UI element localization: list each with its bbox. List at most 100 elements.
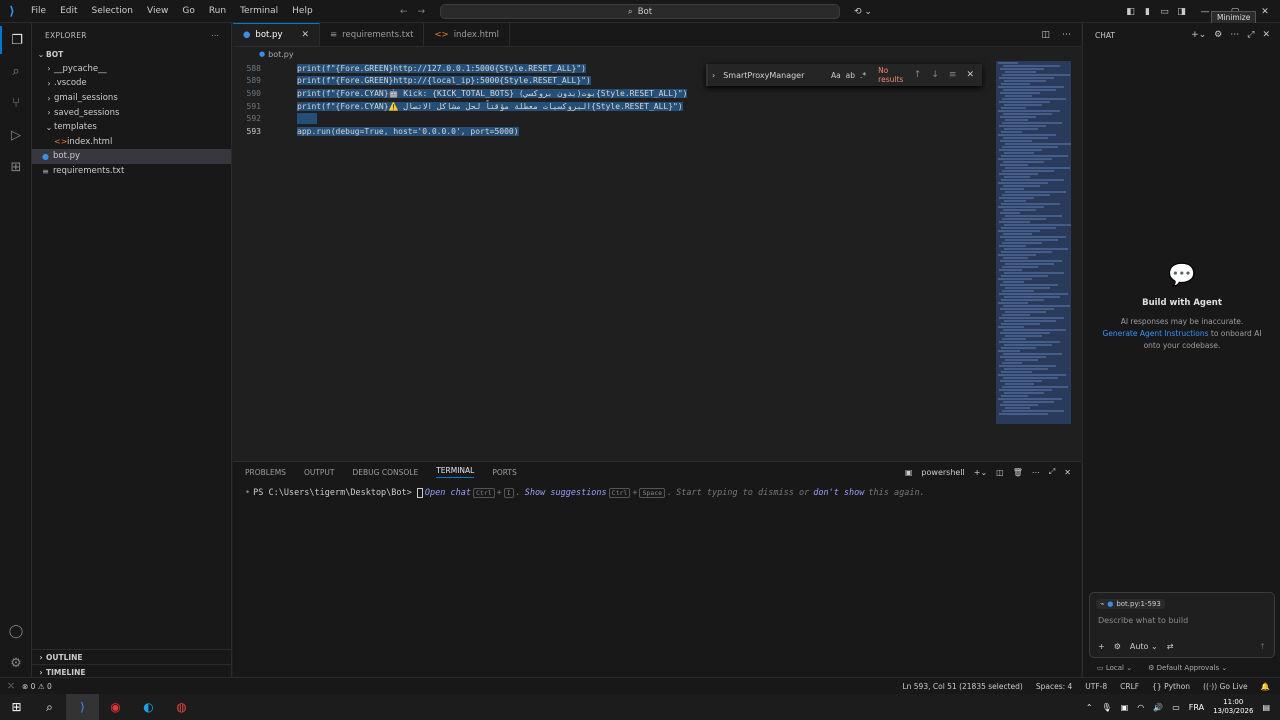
source-control-icon[interactable]: ⑂: [0, 89, 32, 117]
problems-status[interactable]: ⊗ 0 ⚠ 0: [22, 682, 52, 691]
outline-section[interactable]: › OUTLINE: [32, 649, 232, 664]
split-terminal-icon[interactable]: ◫: [996, 468, 1004, 477]
maximize-panel-icon[interactable]: ⤢: [1049, 467, 1055, 477]
menu-file[interactable]: File: [24, 0, 53, 23]
local-picker[interactable]: ▭ Local ⌄: [1097, 664, 1132, 672]
toggle-panel-icon[interactable]: ▭: [1156, 7, 1173, 17]
vscode-taskbar-icon[interactable]: ⟩: [66, 694, 99, 720]
more-actions-icon[interactable]: ⋯: [211, 31, 219, 40]
cursor-position[interactable]: Ln 593, Col 51 (21835 selected): [902, 682, 1022, 691]
close-icon[interactable]: ✕: [1262, 30, 1270, 40]
hint-open-chat[interactable]: Open chat: [425, 488, 471, 498]
maximize-icon[interactable]: ⤢: [1247, 30, 1254, 40]
tray-chevron-icon[interactable]: ⌃: [1086, 703, 1093, 712]
encoding[interactable]: UTF-8: [1085, 682, 1107, 691]
indentation[interactable]: Spaces: 4: [1036, 682, 1072, 691]
menu-run[interactable]: Run: [202, 0, 233, 23]
next-match-icon[interactable]: ↓: [931, 70, 939, 80]
hint-show-suggestions[interactable]: Show suggestions: [525, 488, 607, 498]
tree-item-index-html[interactable]: <> index.html: [32, 135, 231, 150]
notifications-icon[interactable]: 🔔: [1261, 682, 1270, 691]
shell-name[interactable]: powershell: [921, 468, 964, 477]
windows-start-icon[interactable]: ⊞: [0, 694, 33, 720]
tree-item-gmail-sessions[interactable]: › gmail_sessions: [32, 91, 231, 106]
match-whole-word-toggle[interactable]: ab: [846, 71, 855, 80]
tree-item-vscode[interactable]: › .vscode: [32, 76, 231, 91]
settings-gear-icon[interactable]: ⚙: [1214, 30, 1222, 40]
tree-root-bot[interactable]: ⌄ BOT: [32, 47, 231, 62]
tab-output[interactable]: OUTPUT: [304, 468, 335, 477]
find-in-selection-icon[interactable]: ≡: [949, 70, 957, 80]
add-context-icon[interactable]: +: [1098, 642, 1105, 651]
context-attachment[interactable]: ⌁ ● bot.py:1-593: [1096, 599, 1165, 609]
account-icon[interactable]: ◯: [0, 617, 32, 645]
toggle-replace-icon[interactable]: ›: [712, 71, 715, 80]
extensions-icon[interactable]: ⊞: [0, 153, 32, 181]
volume-icon[interactable]: 🔊: [1153, 703, 1163, 712]
mode-picker[interactable]: Auto ⌄: [1130, 642, 1158, 651]
tab-problems[interactable]: PROBLEMS: [245, 468, 286, 477]
use-regex-toggle[interactable]: .*: [860, 71, 866, 80]
taskbar-search-icon[interactable]: ⌕: [33, 694, 66, 720]
go-live[interactable]: ((·)) Go Live: [1203, 682, 1248, 691]
microphone-icon[interactable]: 🎙: [1102, 703, 1112, 712]
settings-gear-icon[interactable]: ⚙: [0, 649, 32, 677]
menu-go[interactable]: Go: [175, 0, 201, 23]
split-editor-icon[interactable]: ◫: [1041, 30, 1050, 40]
more-actions-icon[interactable]: ⋯: [1230, 30, 1239, 40]
command-center-search[interactable]: ⌕ Bot: [440, 4, 840, 19]
tab-debug-console[interactable]: DEBUG CONSOLE: [353, 468, 419, 477]
kill-terminal-icon[interactable]: 🗑: [1013, 468, 1023, 477]
menu-terminal[interactable]: Terminal: [233, 0, 285, 23]
tab-requirements-txt[interactable]: ≡ requirements.txt: [320, 23, 425, 46]
tree-item-templates[interactable]: ⌄ templates: [32, 120, 231, 135]
send-icon[interactable]: ↑: [1259, 642, 1266, 651]
more-actions-icon[interactable]: ⋯: [1062, 30, 1071, 40]
tab-terminal[interactable]: TERMINAL: [436, 466, 475, 478]
approvals-picker[interactable]: ⚙ Default Approvals ⌄: [1148, 664, 1227, 672]
breadcrumb-file[interactable]: bot.py: [268, 50, 293, 59]
tab-ports[interactable]: PORTS: [492, 468, 516, 477]
menu-help[interactable]: Help: [285, 0, 320, 23]
tab-index-html[interactable]: <> index.html: [424, 23, 511, 46]
app-taskbar-icon[interactable]: ◉: [99, 694, 132, 720]
find-input[interactable]: SmartProxyManager: [719, 67, 831, 83]
search-activity-icon[interactable]: ⌕: [0, 57, 32, 85]
configure-icon[interactable]: ⇄: [1167, 642, 1174, 651]
minimap[interactable]: [996, 61, 1071, 424]
more-actions-icon[interactable]: ⋯: [1032, 468, 1040, 477]
back-arrow-icon[interactable]: ←: [400, 7, 408, 17]
new-chat-icon[interactable]: +⌄: [1191, 30, 1206, 40]
hint-dont-show[interactable]: don't show: [813, 488, 864, 498]
menu-edit[interactable]: Edit: [53, 0, 84, 23]
toggle-primary-sidebar-icon[interactable]: ◧: [1122, 7, 1139, 17]
camera-icon[interactable]: ▣: [1121, 703, 1129, 712]
forward-arrow-icon[interactable]: →: [418, 7, 426, 17]
battery-icon[interactable]: ▭: [1172, 703, 1180, 712]
explorer-icon[interactable]: ❐: [0, 26, 32, 54]
language-mode[interactable]: {} Python: [1152, 682, 1190, 691]
remote-icon[interactable]: ⤫: [8, 681, 14, 691]
network-icon[interactable]: ◠: [1137, 703, 1144, 712]
tree-item-saved-sessions[interactable]: › saved_sessions: [32, 105, 231, 120]
chrome-taskbar-icon[interactable]: ◍: [165, 694, 198, 720]
chat-input[interactable]: Describe what to build: [1098, 616, 1274, 625]
generate-instructions-link[interactable]: Generate Agent Instructions: [1102, 329, 1208, 338]
close-find-icon[interactable]: ✕: [966, 70, 974, 80]
close-panel-icon[interactable]: ✕: [1064, 468, 1071, 477]
run-debug-icon[interactable]: ▷: [0, 121, 32, 149]
menu-selection[interactable]: Selection: [85, 0, 140, 23]
new-terminal-icon[interactable]: +⌄: [974, 468, 987, 477]
toggle-secondary-sidebar-icon[interactable]: ◨: [1173, 7, 1190, 17]
previous-match-icon[interactable]: ↑: [914, 70, 922, 80]
match-case-toggle[interactable]: Aa: [831, 71, 841, 80]
tools-icon[interactable]: ⚙: [1114, 642, 1121, 651]
close-tab-icon[interactable]: ✕: [301, 30, 309, 40]
edge-taskbar-icon[interactable]: ◐: [132, 694, 165, 720]
tab-bot-py[interactable]: ● bot.py ✕: [233, 23, 321, 46]
clock[interactable]: 11:00 13/03/2026: [1213, 698, 1253, 716]
notification-center-icon[interactable]: ▤: [1262, 703, 1270, 712]
language-indicator[interactable]: FRA: [1189, 703, 1204, 712]
tree-item-bot-py[interactable]: ● bot.py: [32, 149, 231, 164]
tree-item-requirements[interactable]: ≡ requirements.txt: [32, 164, 231, 179]
